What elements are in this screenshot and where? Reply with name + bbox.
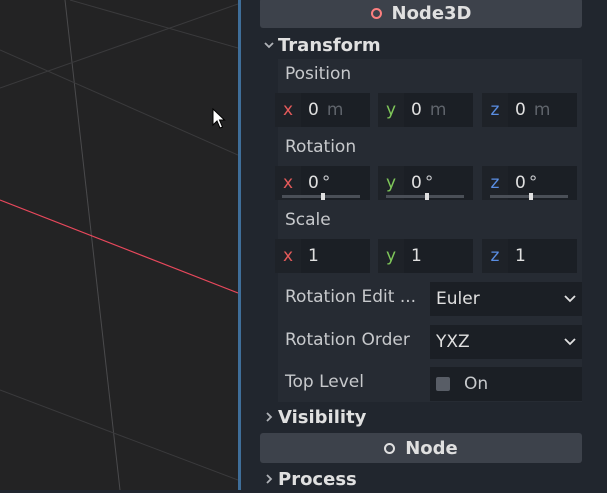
position-z-field[interactable]: z 0 m: [482, 93, 577, 127]
scale-label: Scale: [285, 210, 331, 230]
node3d-class-header[interactable]: Node3D: [260, 0, 582, 28]
position-y-field[interactable]: y 0 m: [378, 93, 473, 127]
top-level-label: Top Level: [285, 372, 364, 392]
3d-viewport[interactable]: [0, 0, 238, 490]
checkbox-unchecked-icon[interactable]: [436, 377, 450, 391]
rotation-order-label: Rotation Order: [285, 330, 410, 350]
position-x-field[interactable]: x 0 m: [275, 93, 370, 127]
chevron-down-icon: [558, 295, 582, 303]
inspector-scrollbar-area[interactable]: [582, 0, 607, 490]
rotation-x-slider[interactable]: [282, 193, 360, 200]
rotation-order-dropdown[interactable]: YXZ: [430, 325, 582, 359]
rotation-edit-mode-label: Rotation Edit ...: [285, 287, 417, 307]
rotation-z-slider[interactable]: [490, 193, 568, 200]
x-axis-line: [0, 199, 238, 294]
scale-z-field[interactable]: z 1: [482, 239, 577, 273]
mouse-cursor-icon: [212, 108, 226, 129]
scale-y-field[interactable]: y 1: [378, 239, 473, 273]
viewport-grid: [0, 0, 238, 490]
inspector-panel: Node3D Transform Position x 0 m y 0 m z …: [260, 0, 582, 490]
node-class-header[interactable]: Node: [260, 433, 582, 463]
position-label: Position: [285, 64, 352, 84]
scale-x-field[interactable]: x 1: [275, 239, 370, 273]
chevron-down-icon: [558, 338, 582, 346]
rotation-label: Rotation: [285, 137, 357, 157]
process-section-header[interactable]: Process: [260, 465, 582, 493]
node3d-ring-icon: [370, 7, 382, 19]
rotation-edit-mode-dropdown[interactable]: Euler: [430, 282, 582, 316]
top-level-toggle[interactable]: On: [430, 367, 582, 401]
node-ring-icon: [384, 442, 396, 454]
visibility-section-header[interactable]: Visibility: [260, 403, 582, 431]
transform-section-header[interactable]: Transform: [260, 31, 582, 59]
chevron-down-icon: [260, 40, 278, 50]
chevron-right-icon: [260, 412, 278, 422]
rotation-y-slider[interactable]: [386, 193, 464, 200]
chevron-right-icon: [260, 474, 278, 484]
